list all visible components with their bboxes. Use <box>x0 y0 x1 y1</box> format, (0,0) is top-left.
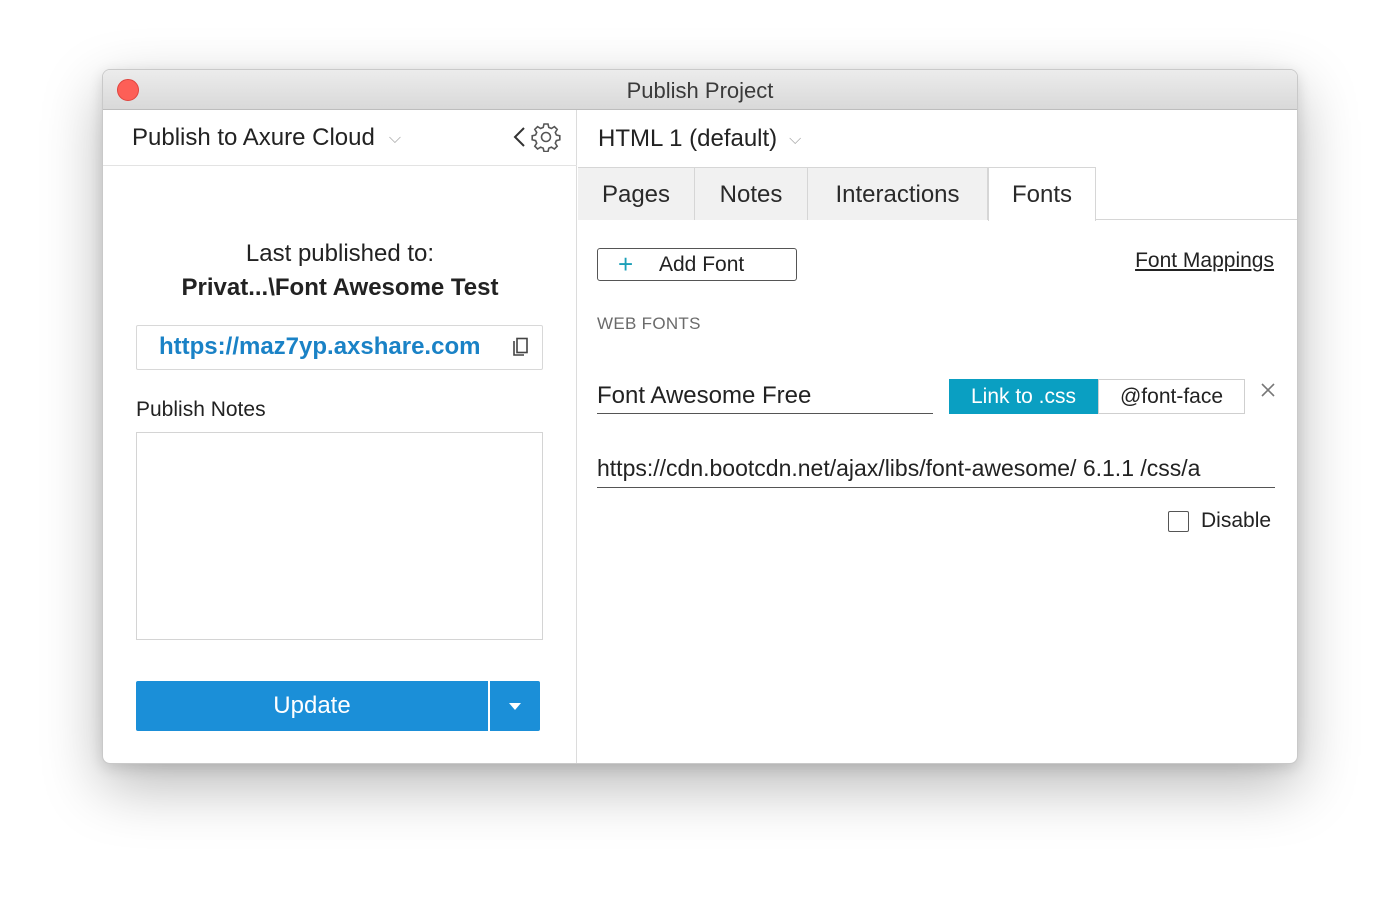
tab-pages[interactable]: Pages <box>578 167 695 220</box>
config-select[interactable]: HTML 1 (default) ⌵ <box>598 125 801 153</box>
published-url-link[interactable]: https://maz7yp.axshare.com <box>159 333 480 361</box>
last-published-label: Last published to: <box>245 240 435 267</box>
publish-notes-input[interactable] <box>136 432 543 640</box>
chevron-down-icon: ⌵ <box>789 130 802 148</box>
settings-pane: HTML 1 (default) ⌵ Pages Notes Interactio… <box>578 110 1297 763</box>
font-name-input[interactable] <box>597 378 933 414</box>
publish-notes-label: Publish Notes <box>136 398 266 421</box>
last-published-path: Privat...\Font Awesome Test <box>181 274 499 301</box>
window-title: Publish Project <box>626 78 774 103</box>
tab-notes[interactable]: Notes <box>695 167 808 220</box>
gear-icon[interactable] <box>531 122 561 152</box>
font-url-input[interactable] <box>597 450 1275 488</box>
remove-icon[interactable] <box>1259 381 1277 399</box>
web-fonts-heading: WEB FONTS <box>597 314 701 333</box>
add-font-button[interactable]: + Add Font <box>597 248 797 281</box>
disable-checkbox[interactable] <box>1168 511 1189 532</box>
title-bar: Publish Project <box>103 70 1297 110</box>
collapse-icon[interactable] <box>511 124 529 150</box>
dropdown-arrow-icon <box>509 703 521 710</box>
config-label: HTML 1 (default) <box>598 125 778 152</box>
tab-interactions[interactable]: Interactions <box>808 167 988 220</box>
publish-target-label: Publish to Axure Cloud <box>132 124 375 151</box>
publish-target-select[interactable]: Publish to Axure Cloud ⌵ <box>132 124 401 152</box>
settings-tabs: Pages Notes Interactions Fonts <box>578 167 1297 221</box>
font-mappings-link[interactable]: Font Mappings <box>1135 249 1274 273</box>
link-css-toggle[interactable]: Link to .css <box>949 379 1098 414</box>
update-button[interactable]: Update <box>136 681 488 731</box>
update-options-button[interactable] <box>490 681 540 731</box>
publish-window: Publish Project Publish to Axure Cloud ⌵ … <box>102 69 1298 764</box>
chevron-down-icon: ⌵ <box>388 129 401 147</box>
publish-pane: Publish to Axure Cloud ⌵ Last published t… <box>103 110 577 763</box>
plus-icon: + <box>618 249 634 279</box>
published-url-box: https://maz7yp.axshare.com <box>136 325 543 370</box>
disable-label: Disable <box>1201 509 1272 532</box>
font-face-toggle[interactable]: @font-face <box>1098 379 1245 414</box>
add-font-label: Add Font <box>659 253 745 276</box>
tab-fonts[interactable]: Fonts <box>988 167 1096 221</box>
disable-row: Disable <box>1168 509 1274 535</box>
publish-header: Publish to Axure Cloud ⌵ <box>103 110 577 166</box>
copy-icon[interactable] <box>511 337 529 359</box>
